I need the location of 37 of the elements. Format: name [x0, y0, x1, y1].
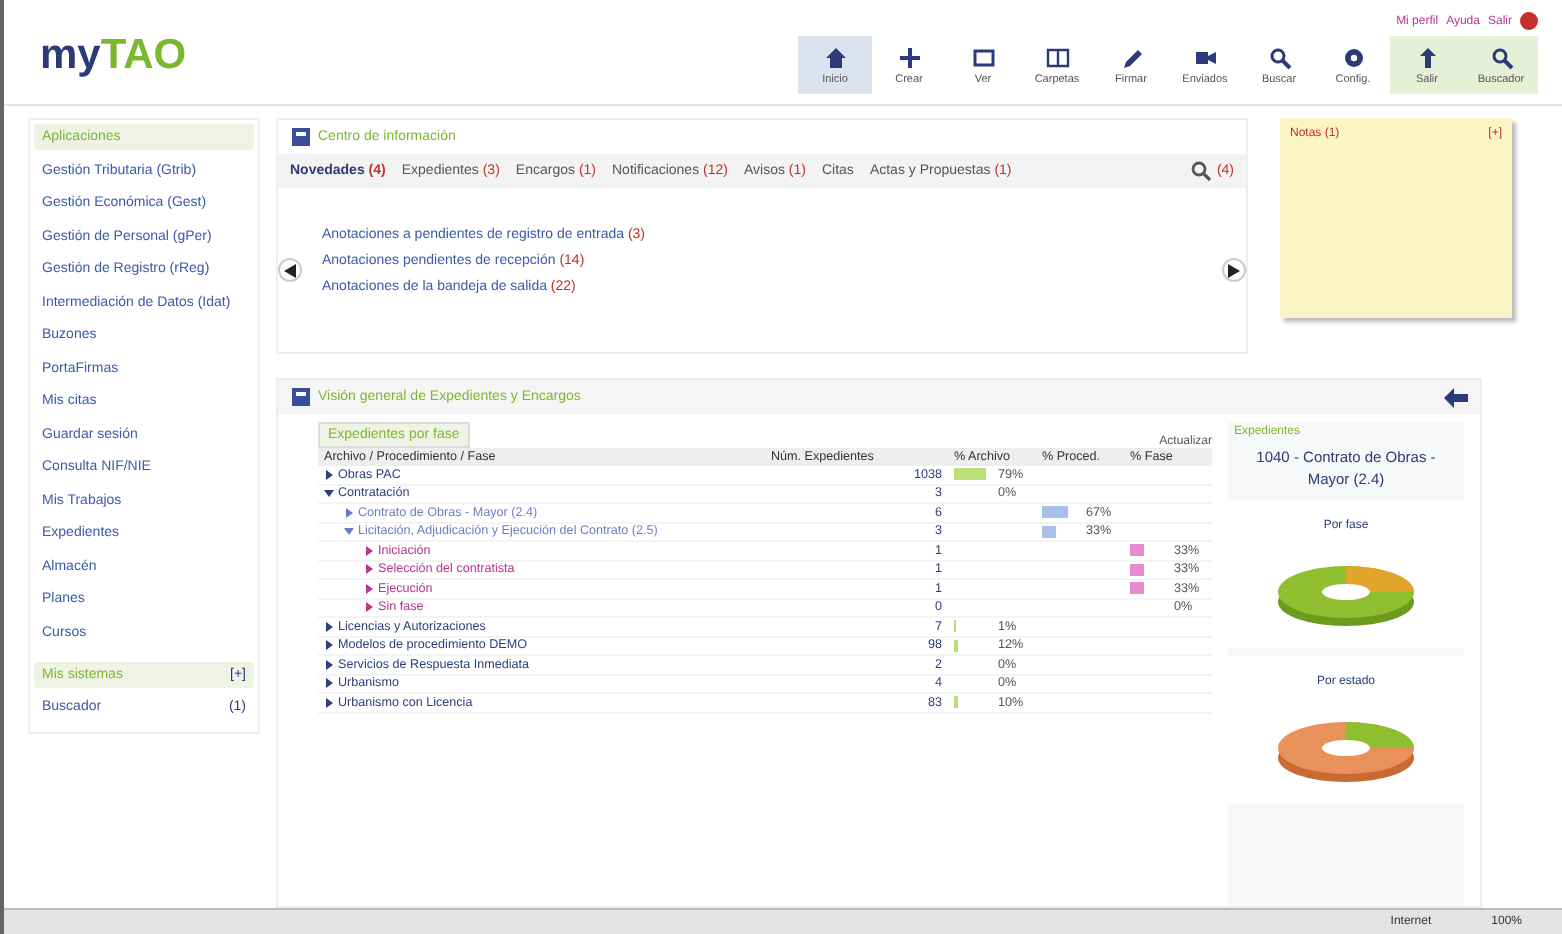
right-triangle-icon	[1228, 263, 1240, 277]
previous-button[interactable]	[278, 258, 302, 282]
logo: myTAO	[40, 32, 187, 80]
window-icon	[971, 45, 995, 69]
expand-icon[interactable]	[324, 621, 334, 632]
percent-bar	[1130, 582, 1144, 595]
expand-icon[interactable]	[324, 659, 334, 670]
expand-icon[interactable]	[324, 678, 334, 689]
expand-icon[interactable]	[364, 545, 374, 556]
panel-icon	[290, 386, 312, 408]
plus-icon	[897, 45, 921, 69]
book-icon	[1045, 45, 1069, 69]
up-arrow-icon	[1415, 45, 1439, 69]
zoom-icon[interactable]	[1190, 160, 1213, 182]
panel-icon	[290, 126, 312, 148]
left-triangle-icon	[284, 263, 296, 277]
percent-bar	[1130, 544, 1144, 557]
expand-icon[interactable]	[324, 697, 334, 708]
collapse-icon[interactable]	[324, 488, 334, 499]
alert-icon	[1520, 12, 1538, 30]
percent-bar	[1042, 525, 1056, 538]
percent-bar	[954, 468, 986, 481]
search-icon	[1267, 45, 1291, 69]
expand-icon[interactable]	[364, 564, 374, 575]
expand-icon[interactable]	[364, 583, 374, 594]
back-arrow-icon[interactable]	[1444, 387, 1468, 407]
expand-icon[interactable]	[324, 640, 334, 651]
home-icon	[823, 45, 847, 69]
percent-bar	[954, 639, 959, 652]
percent-bar	[1130, 563, 1144, 576]
percent-bar	[1042, 506, 1069, 519]
expand-icon[interactable]	[324, 469, 334, 480]
expand-icon[interactable]	[364, 602, 374, 613]
pen-icon	[1119, 45, 1143, 69]
next-button[interactable]	[1222, 258, 1246, 282]
gear-icon	[1341, 45, 1365, 69]
search-icon	[1489, 45, 1513, 69]
